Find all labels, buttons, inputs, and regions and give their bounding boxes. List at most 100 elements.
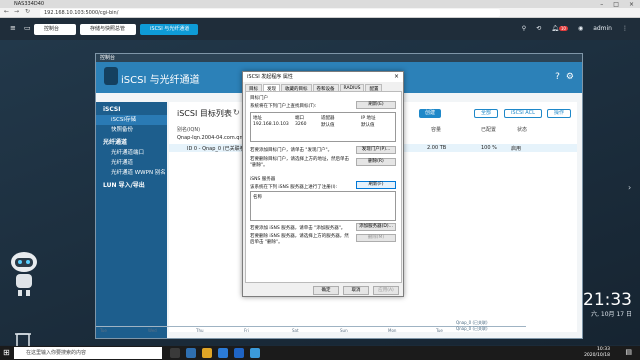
search-icon[interactable]: ⚲ — [522, 25, 526, 32]
portal-refresh-button[interactable]: 刷新(E) — [356, 101, 396, 109]
sidebar-item-iscsi-storage[interactable]: iSCSI存储 — [96, 115, 167, 125]
sidebar-item-fc[interactable]: 光纤通道 — [96, 158, 167, 168]
notification-center-icon[interactable]: ▤ — [625, 348, 632, 356]
forward-icon[interactable]: → — [14, 8, 19, 15]
action-button[interactable]: 操作 — [547, 109, 572, 118]
app-header-icons: ? ⚙ — [555, 72, 574, 82]
all-button[interactable]: 全部 — [474, 109, 499, 118]
back-icon[interactable]: ← — [4, 8, 9, 15]
help-icon[interactable]: ? — [555, 72, 560, 82]
task-icon[interactable]: ⟲ — [536, 25, 541, 32]
gear-icon[interactable]: ⚙ — [566, 72, 574, 82]
menu-icon[interactable]: ≡ — [10, 24, 16, 32]
folder-icon[interactable] — [202, 348, 212, 358]
lun-row-size: 2.00 TB — [427, 145, 447, 151]
portal-col-port: 端口 — [295, 116, 304, 121]
taskbar-search-input[interactable]: 在这里输入你要搜索的内容 — [14, 347, 162, 359]
sidebar-section-iscsi[interactable]: iSCSI — [96, 105, 167, 115]
user-icon[interactable]: ◉ — [578, 25, 583, 32]
edge-icon[interactable] — [186, 348, 196, 358]
iscsi-acl-button[interactable]: iSCSI ACL — [504, 109, 542, 118]
app-sidebar: iSCSI iSCSI存储 快照备份 光纤通道 光纤通道端口 光纤通道 光纤通道… — [96, 102, 167, 338]
dialog-close-icon[interactable]: × — [394, 73, 399, 80]
tray-date: 2020/10/18 — [584, 353, 610, 358]
app-window-title: 控制台 — [96, 54, 582, 62]
isns-list[interactable]: 名称 — [250, 191, 396, 221]
portal-list[interactable]: 地址 端口 适配器 IP 地址 192.168.10.103 3260 默认值 … — [250, 112, 396, 142]
col-status: 状态 — [517, 127, 528, 133]
chart-tick-label: Wed — [148, 328, 157, 333]
close-icon[interactable]: × — [629, 1, 634, 8]
task-view-icon[interactable] — [170, 348, 180, 358]
nas-topbar: ≡ ▭ 控制台 存储与快照总管 iSCSI 与光纤通道 ⚲ ⟲ 🔔︎ 10 ◉ a… — [0, 18, 640, 40]
apply-button[interactable]: 应用(A) — [373, 286, 399, 295]
portal-row-ip: 默认值 — [361, 123, 375, 128]
sidebar-item-fc-ports[interactable]: 光纤通道端口 — [96, 148, 167, 158]
isns-col-name: 名称 — [253, 195, 262, 200]
refresh-icon[interactable]: ↻ — [233, 108, 240, 117]
isns-refresh-button[interactable]: 刷新(F) — [356, 181, 396, 189]
cancel-button[interactable]: 取消 — [343, 286, 369, 295]
dialog-title: iSCSI 发起程序 属性 — [243, 72, 403, 82]
add-server-button[interactable]: 添加服务器(D)... — [356, 223, 396, 231]
app-tab-controlpanel[interactable]: 控制台 — [34, 24, 76, 35]
col-alias: 别名(IQN) — [177, 127, 201, 133]
windows-taskbar: ⊞ 在这里输入你要搜索的内容 10:33 2020/10/18 ▤ — [0, 346, 640, 360]
sidebar-item-snapshot[interactable]: 快照备份 — [96, 125, 167, 135]
lun-row-status: 启用 — [511, 146, 522, 152]
user-name[interactable]: admin — [593, 25, 612, 32]
maximize-icon[interactable]: □ — [613, 1, 619, 8]
portal-desc: 系统将在下列门户上查找目标(T): — [250, 104, 317, 109]
browser-tab[interactable]: NAS334D40 — [14, 1, 44, 7]
portal-group-label: 目标门户 — [250, 96, 268, 101]
portal-row-port: 3260 — [295, 122, 307, 127]
robot-icon[interactable] — [6, 250, 42, 298]
chart-legend-2: Qnap_0 (已关联) — [456, 326, 488, 331]
sidebar-section-fc[interactable]: 光纤通道 — [96, 138, 167, 148]
reload-icon[interactable]: ↻ — [25, 8, 30, 15]
col-used: 已配置 — [481, 127, 497, 133]
start-icon[interactable]: ⊞ — [3, 348, 10, 357]
target-row[interactable]: Qnap-Iqn.2004-04.com.qna... — [177, 135, 250, 141]
portal-row-address: 192.168.10.103 — [253, 122, 289, 127]
next-arrow-icon[interactable]: › — [628, 183, 631, 192]
nas-topbar-right: ⚲ ⟲ 🔔︎ 10 ◉ admin ⋮ — [522, 25, 628, 32]
discovery-panel: 目标门户 系统将在下列门户上查找目标(T): 刷新(E) 地址 端口 适配器 I… — [245, 91, 402, 283]
notification-icon[interactable]: 🔔︎ 10 — [551, 25, 568, 32]
store-icon[interactable] — [218, 348, 228, 358]
chart-tick-label: Mon — [388, 328, 397, 333]
chart-tick-label: Fri — [244, 328, 249, 333]
create-button[interactable]: 创建 — [419, 109, 442, 118]
portal-row-adapter: 默认值 — [321, 123, 335, 128]
app-tab-storage[interactable]: 存储与快照总管 — [80, 24, 136, 35]
isns-remove-button[interactable]: 删除(M) — [356, 234, 396, 242]
chart-tick-label: Tue — [100, 328, 107, 333]
portal-remove-text: 若要删除目标门户，请选择上方的地址，然后单击 "删除"。 — [250, 157, 349, 168]
desktop-icon[interactable]: ▭ — [24, 24, 31, 32]
browser-tabstrip: NAS334D40 – □ × — [0, 0, 640, 8]
app-icon[interactable] — [250, 348, 260, 358]
address-bar: ← → ↻ 192.168.10.103:5000/cgi-bin/ — [0, 8, 640, 18]
discover-portal-button[interactable]: 发现门户(P)... — [356, 146, 396, 154]
iscsi-initiator-dialog: iSCSI 发起程序 属性 × 目标 发现 收藏的目标 卷和设备 RADIUS … — [242, 71, 404, 297]
col-capacity: 容量 — [431, 127, 442, 133]
tray-clock[interactable]: 10:33 2020/10/18 — [584, 347, 610, 359]
sidebar-section-lun[interactable]: LUN 导入/导出 — [96, 181, 167, 191]
portal-col-ip: IP 地址 — [361, 116, 376, 121]
portal-col-address: 地址 — [253, 116, 262, 121]
notification-badge: 10 — [558, 26, 568, 31]
app-logo-icon — [104, 67, 118, 85]
sidebar-item-fc-wwpn[interactable]: 光纤通道 WWPN 别名 — [96, 168, 167, 178]
chart-tick-label: Sun — [340, 328, 348, 333]
ok-button[interactable]: 确定 — [313, 286, 339, 295]
minimize-icon[interactable]: – — [600, 1, 603, 8]
url-input[interactable]: 192.168.10.103:5000/cgi-bin/ — [40, 9, 500, 17]
more-icon[interactable]: ⋮ — [622, 25, 628, 32]
mail-icon[interactable] — [234, 348, 244, 358]
app-name: iSCSI 与光纤通道 — [121, 75, 200, 86]
portal-remove-button[interactable]: 删除(R) — [356, 158, 396, 166]
app-tab-iscsi[interactable]: iSCSI 与光纤通道 — [140, 24, 198, 35]
portal-col-adapter: 适配器 — [321, 116, 335, 121]
performance-chart: Tue Wed Thu Fri Sat Sun Mon Tue Qnap_0 (已关联) Qn… — [96, 320, 536, 336]
window-controls: – □ × — [600, 1, 634, 8]
